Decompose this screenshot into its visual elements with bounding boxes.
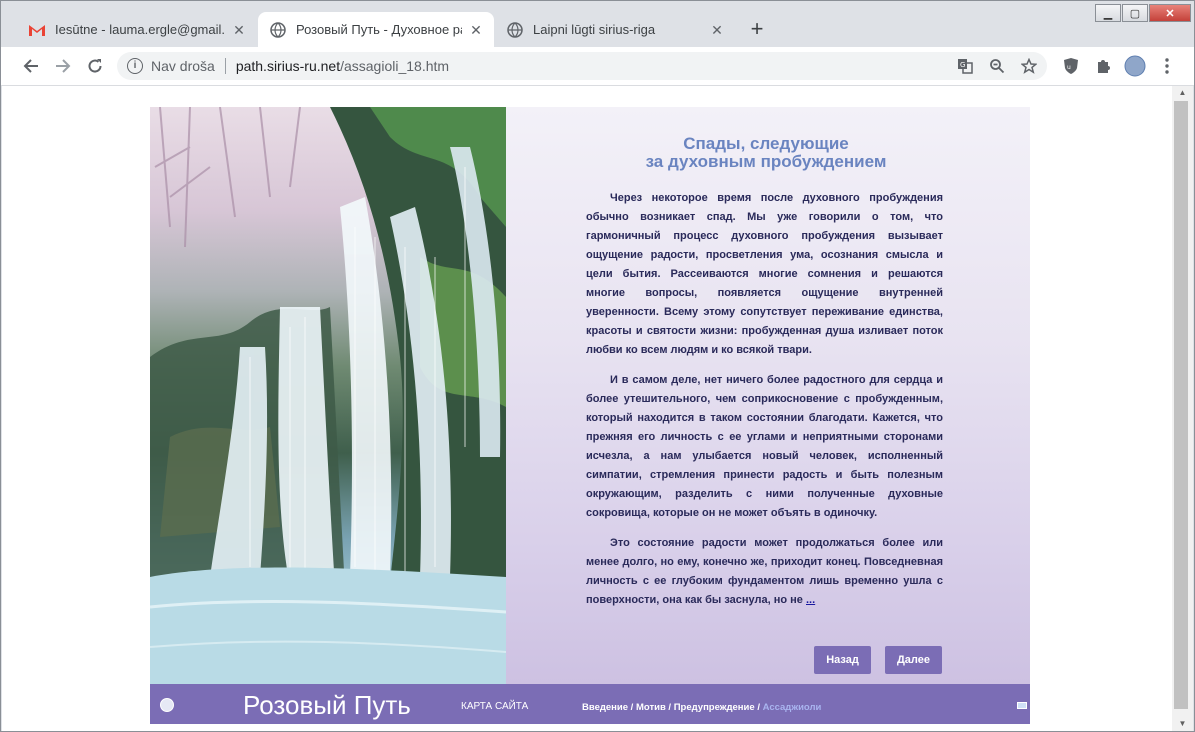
security-label: Nav droša xyxy=(151,58,215,74)
reload-button[interactable] xyxy=(83,54,107,78)
waterfall-illustration xyxy=(150,107,506,684)
address-bar[interactable]: i Nav droša path.sirius-ru.net /assagiol… xyxy=(117,52,1047,80)
maximize-button[interactable]: ▢ xyxy=(1122,4,1148,22)
site-brand[interactable]: Розовый Путь xyxy=(243,690,411,721)
back-page-button[interactable]: Назад xyxy=(814,646,871,674)
crumb-separator: / xyxy=(628,702,636,713)
bookmark-star-icon[interactable] xyxy=(1019,56,1039,76)
gmail-icon xyxy=(29,22,45,38)
title-line-1: Спады, следующие xyxy=(683,134,849,153)
translate-icon[interactable]: G xyxy=(955,56,975,76)
tab-title: Laipni lūgti sirius-riga xyxy=(533,22,656,37)
kebab-menu-icon[interactable] xyxy=(1155,54,1179,78)
site-logo-icon[interactable] xyxy=(160,698,174,712)
minimize-button[interactable]: ▁ xyxy=(1095,4,1121,22)
page-title: Спады, следующие за духовным пробуждение… xyxy=(586,135,946,171)
svg-text:G: G xyxy=(960,61,965,69)
crumb-preduprezhdenie[interactable]: Предупреждение xyxy=(674,702,755,713)
title-line-2: за духовным пробуждением xyxy=(645,152,887,171)
close-icon[interactable]: ✕ xyxy=(468,22,484,38)
paragraph-2: И в самом деле, нет ничего более радостн… xyxy=(586,374,943,519)
scroll-down-arrow-icon[interactable]: ▼ xyxy=(1172,717,1193,731)
crumb-motiv[interactable]: Мотив xyxy=(636,702,666,713)
extensions-puzzle-icon[interactable] xyxy=(1091,54,1115,78)
back-button[interactable] xyxy=(19,54,43,78)
tab-title: Iesūtne - lauma.ergle@gmail.com xyxy=(55,22,225,37)
scroll-up-arrow-icon[interactable]: ▲ xyxy=(1172,86,1193,100)
close-icon[interactable]: ✕ xyxy=(231,22,247,38)
window-close-button[interactable]: ✕ xyxy=(1149,4,1191,22)
scrollbar-thumb[interactable] xyxy=(1174,101,1188,709)
ublock-shield-icon[interactable]: u xyxy=(1059,54,1083,78)
crumb-assagioli[interactable]: Ассаджиоли xyxy=(763,702,822,713)
paragraph-1: Через некоторое время после духовного пр… xyxy=(586,192,943,356)
url-path: /assagioli_18.htm xyxy=(340,58,450,74)
browser-window: Iesūtne - lauma.ergle@gmail.com ✕ Розовы… xyxy=(0,0,1195,732)
toolbar-extensions: u xyxy=(1051,54,1179,78)
reload-icon xyxy=(88,59,102,73)
read-more-link[interactable]: ... xyxy=(806,594,815,606)
breadcrumb: Введение / Мотив / Предупреждение / Асса… xyxy=(582,702,821,713)
crumb-separator: / xyxy=(754,702,763,713)
arrow-right-icon xyxy=(56,59,71,73)
page-container: Спады, следующие за духовным пробуждение… xyxy=(150,107,1030,727)
divider xyxy=(224,58,226,74)
forward-button[interactable] xyxy=(51,54,75,78)
tab-title: Розовый Путь - Духовное разв xyxy=(296,22,462,37)
paragraph-3: Это состояние радости может продолжаться… xyxy=(586,534,943,610)
mail-icon[interactable] xyxy=(1017,702,1027,709)
paragraph-3-text: Это состояние радости может продолжаться… xyxy=(586,537,943,606)
article-panel: Спады, следующие за духовным пробуждение… xyxy=(506,107,1030,684)
info-icon[interactable]: i xyxy=(127,58,143,74)
sitemap-link[interactable]: КАРТА САЙТА xyxy=(461,701,528,712)
omnibox-actions: G xyxy=(943,56,1039,76)
crumb-separator: / xyxy=(665,702,674,713)
tab-sirius-riga[interactable]: Laipni lūgti sirius-riga ✕ xyxy=(495,12,735,47)
profile-avatar[interactable] xyxy=(1123,54,1147,78)
window-controls: ▁ ▢ ✕ xyxy=(1094,4,1191,22)
tab-strip: Iesūtne - lauma.ergle@gmail.com ✕ Розовы… xyxy=(1,1,1194,47)
new-tab-button[interactable]: + xyxy=(746,18,768,41)
url-host: path.sirius-ru.net xyxy=(235,58,341,74)
page-viewport: Спады, следующие за духовным пробуждение… xyxy=(2,86,1172,731)
tab-gmail[interactable]: Iesūtne - lauma.ergle@gmail.com ✕ xyxy=(17,12,257,47)
zoom-icon[interactable] xyxy=(987,56,1007,76)
site-footer: Розовый Путь КАРТА САЙТА Введение / Моти… xyxy=(150,684,1030,724)
svg-text:u: u xyxy=(1067,64,1071,71)
globe-icon xyxy=(270,21,286,38)
waterfall-image xyxy=(150,107,506,684)
close-icon[interactable]: ✕ xyxy=(709,22,725,38)
browser-toolbar: i Nav droša path.sirius-ru.net /assagiol… xyxy=(1,47,1194,86)
crumb-vvedenie[interactable]: Введение xyxy=(582,702,628,713)
vertical-scrollbar[interactable]: ▲ ▼ xyxy=(1172,86,1193,731)
globe-icon xyxy=(507,21,523,38)
arrow-left-icon xyxy=(23,59,38,73)
tab-rozovyj-put[interactable]: Розовый Путь - Духовное разв ✕ xyxy=(258,12,494,47)
next-page-button[interactable]: Далее xyxy=(885,646,942,674)
